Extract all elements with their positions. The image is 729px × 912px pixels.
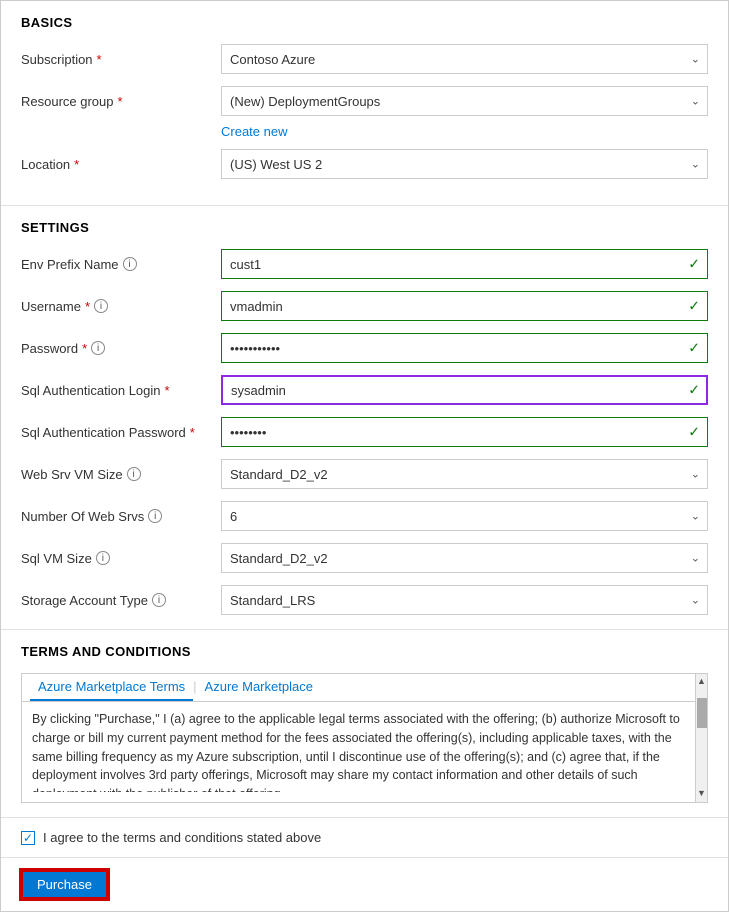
username-label: Username * i bbox=[21, 299, 221, 314]
sql-auth-login-control: ✓ bbox=[221, 375, 708, 405]
purchase-row: Purchase bbox=[1, 858, 728, 911]
sql-auth-login-label: Sql Authentication Login * bbox=[21, 383, 221, 398]
basics-section: BASICS Subscription * Contoso Azure ⌄ Re… bbox=[1, 1, 728, 206]
create-new-row: Create new bbox=[21, 122, 708, 139]
purchase-button[interactable]: Purchase bbox=[21, 870, 108, 899]
number-web-srvs-label: Number Of Web Srvs i bbox=[21, 509, 221, 524]
terms-content-text: By clicking "Purchase," I (a) agree to t… bbox=[22, 702, 707, 792]
agree-row: ✓ I agree to the terms and conditions st… bbox=[1, 818, 728, 858]
scroll-up-arrow[interactable]: ▲ bbox=[697, 674, 706, 688]
env-prefix-control: ✓ bbox=[221, 249, 708, 279]
resource-group-label: Resource group * bbox=[21, 94, 221, 109]
password-required: * bbox=[82, 341, 87, 356]
terms-tabs: Azure Marketplace Terms | Azure Marketpl… bbox=[22, 674, 707, 702]
username-required: * bbox=[85, 299, 90, 314]
resource-group-required: * bbox=[118, 94, 123, 109]
storage-account-type-control: Standard_LRS ⌄ bbox=[221, 585, 708, 615]
password-control: ✓ bbox=[221, 333, 708, 363]
agree-label: I agree to the terms and conditions stat… bbox=[43, 830, 321, 845]
storage-account-type-row: Storage Account Type i Standard_LRS ⌄ bbox=[21, 585, 708, 615]
number-web-srvs-select[interactable]: 6 bbox=[221, 501, 708, 531]
subscription-label: Subscription * bbox=[21, 52, 221, 67]
storage-account-type-select[interactable]: Standard_LRS bbox=[221, 585, 708, 615]
username-info-icon[interactable]: i bbox=[94, 299, 108, 313]
location-row: Location * (US) West US 2 ⌄ bbox=[21, 149, 708, 179]
storage-account-type-info-icon[interactable]: i bbox=[152, 593, 166, 607]
password-info-icon[interactable]: i bbox=[91, 341, 105, 355]
terms-section: TERMS AND CONDITIONS Azure Marketplace T… bbox=[1, 630, 728, 818]
subscription-row: Subscription * Contoso Azure ⌄ bbox=[21, 44, 708, 74]
env-prefix-info-icon[interactable]: i bbox=[123, 257, 137, 271]
web-srv-vm-size-label: Web Srv VM Size i bbox=[21, 467, 221, 482]
main-container: BASICS Subscription * Contoso Azure ⌄ Re… bbox=[0, 0, 729, 912]
sql-auth-login-input[interactable] bbox=[221, 375, 708, 405]
subscription-control: Contoso Azure ⌄ bbox=[221, 44, 708, 74]
username-control: ✓ bbox=[221, 291, 708, 321]
password-label: Password * i bbox=[21, 341, 221, 356]
web-srv-vm-size-control: Standard_D2_v2 ⌄ bbox=[221, 459, 708, 489]
location-select[interactable]: (US) West US 2 bbox=[221, 149, 708, 179]
agree-checkbox[interactable]: ✓ bbox=[21, 831, 35, 845]
terms-box: Azure Marketplace Terms | Azure Marketpl… bbox=[21, 673, 708, 803]
resource-group-select[interactable]: (New) DeploymentGroups bbox=[221, 86, 708, 116]
subscription-required: * bbox=[97, 52, 102, 67]
web-srv-vm-size-info-icon[interactable]: i bbox=[127, 467, 141, 481]
sql-vm-size-select[interactable]: Standard_D2_v2 bbox=[221, 543, 708, 573]
location-control: (US) West US 2 ⌄ bbox=[221, 149, 708, 179]
password-row: Password * i ✓ bbox=[21, 333, 708, 363]
scroll-down-arrow[interactable]: ▼ bbox=[697, 786, 706, 800]
sql-vm-size-info-icon[interactable]: i bbox=[96, 551, 110, 565]
sql-auth-login-required: * bbox=[165, 383, 170, 398]
password-input[interactable] bbox=[221, 333, 708, 363]
sql-vm-size-control: Standard_D2_v2 ⌄ bbox=[221, 543, 708, 573]
env-prefix-row: Env Prefix Name i ✓ bbox=[21, 249, 708, 279]
terms-tab-marketplace[interactable]: Azure Marketplace Terms bbox=[30, 674, 193, 701]
terms-tab-azure[interactable]: Azure Marketplace bbox=[197, 674, 321, 701]
create-new-link[interactable]: Create new bbox=[221, 124, 287, 139]
sql-vm-size-row: Sql VM Size i Standard_D2_v2 ⌄ bbox=[21, 543, 708, 573]
resource-group-row: Resource group * (New) DeploymentGroups … bbox=[21, 86, 708, 116]
resource-group-control: (New) DeploymentGroups ⌄ bbox=[221, 86, 708, 116]
web-srv-vm-size-select[interactable]: Standard_D2_v2 bbox=[221, 459, 708, 489]
sql-vm-size-label: Sql VM Size i bbox=[21, 551, 221, 566]
agree-checkmark: ✓ bbox=[23, 832, 33, 844]
settings-title: SETTINGS bbox=[21, 220, 708, 235]
env-prefix-input[interactable] bbox=[221, 249, 708, 279]
settings-section: SETTINGS Env Prefix Name i ✓ Username * … bbox=[1, 206, 728, 630]
terms-title: TERMS AND CONDITIONS bbox=[21, 644, 708, 659]
sql-auth-password-row: Sql Authentication Password * ✓ bbox=[21, 417, 708, 447]
number-web-srvs-control: 6 ⌄ bbox=[221, 501, 708, 531]
sql-auth-password-required: * bbox=[190, 425, 195, 440]
location-required: * bbox=[74, 157, 79, 172]
env-prefix-label: Env Prefix Name i bbox=[21, 257, 221, 272]
sql-auth-password-label: Sql Authentication Password * bbox=[21, 425, 221, 440]
sql-auth-password-input[interactable] bbox=[221, 417, 708, 447]
number-web-srvs-info-icon[interactable]: i bbox=[148, 509, 162, 523]
basics-title: BASICS bbox=[21, 15, 708, 30]
scroll-thumb[interactable] bbox=[697, 698, 707, 728]
web-srv-vm-size-row: Web Srv VM Size i Standard_D2_v2 ⌄ bbox=[21, 459, 708, 489]
username-row: Username * i ✓ bbox=[21, 291, 708, 321]
location-label: Location * bbox=[21, 157, 221, 172]
sql-auth-password-control: ✓ bbox=[221, 417, 708, 447]
terms-scrollbar[interactable]: ▲ ▼ bbox=[695, 674, 707, 802]
storage-account-type-label: Storage Account Type i bbox=[21, 593, 221, 608]
subscription-select[interactable]: Contoso Azure bbox=[221, 44, 708, 74]
terms-content-area: By clicking "Purchase," I (a) agree to t… bbox=[22, 702, 707, 792]
sql-auth-login-row: Sql Authentication Login * ✓ bbox=[21, 375, 708, 405]
number-web-srvs-row: Number Of Web Srvs i 6 ⌄ bbox=[21, 501, 708, 531]
username-input[interactable] bbox=[221, 291, 708, 321]
